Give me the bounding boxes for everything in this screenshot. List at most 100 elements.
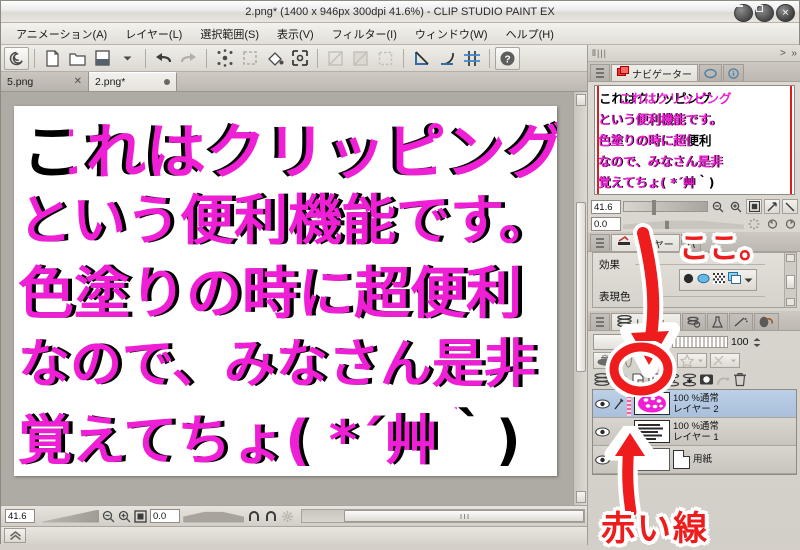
- tab-subtool[interactable]: [753, 313, 779, 330]
- canvas-area[interactable]: これはクリッピング という便利機能です。 色塗りの時に超便利 なので、みなさん是…: [1, 92, 587, 505]
- table-row[interactable]: 100 %通常 レイヤー 2: [593, 390, 796, 418]
- prop-scroll-thumb[interactable]: [786, 275, 795, 289]
- open-file-icon[interactable]: [65, 47, 90, 70]
- clip-studio-logo-icon[interactable]: [4, 46, 29, 70]
- layers-small-icon[interactable]: [592, 372, 612, 387]
- symmetry-snap-icon[interactable]: [459, 47, 484, 70]
- nav-zoom-field[interactable]: 41.6: [591, 199, 621, 214]
- tab-5png[interactable]: 5.png ✕: [1, 72, 89, 91]
- scroll-up-arrow-icon[interactable]: [576, 94, 586, 106]
- scale-rotate-icon[interactable]: [323, 47, 348, 70]
- nav-flip-icon[interactable]: [764, 199, 780, 214]
- color-effect-icon[interactable]: [728, 271, 741, 289]
- lock-transparent-pixels-icon[interactable]: [658, 353, 674, 368]
- menu-filter[interactable]: フィルター(I): [323, 24, 406, 44]
- clear-selection-icon[interactable]: [212, 47, 237, 70]
- tone-effect-icon[interactable]: [697, 271, 710, 289]
- rotation-value-field[interactable]: 0.0: [150, 509, 181, 523]
- canvas-horizontal-scrollbar[interactable]: [301, 509, 585, 523]
- tab-layer-property[interactable]: レイヤー: [611, 234, 680, 251]
- gradient-icon[interactable]: [348, 47, 373, 70]
- lock-layer-icon[interactable]: [639, 353, 655, 368]
- nav-zoom-slider[interactable]: [623, 200, 708, 215]
- menu-layer[interactable]: レイヤー(L): [116, 24, 191, 44]
- nav-rotation-knob[interactable]: [665, 220, 669, 229]
- layer-visibility-toggle[interactable]: [593, 398, 611, 409]
- nav-reset-icon[interactable]: [746, 216, 762, 231]
- zoom-slider[interactable]: [38, 509, 99, 523]
- layer-color-icon[interactable]: [715, 372, 731, 387]
- canvas-paper[interactable]: これはクリッピング という便利機能です。 色塗りの時に超便利 なので、みなさん是…: [14, 106, 557, 476]
- dock-expand-icons[interactable]: > »: [780, 48, 797, 59]
- nav-rotate-left-icon[interactable]: [764, 216, 780, 231]
- menu-animation[interactable]: アニメーション(A): [7, 24, 116, 44]
- panel-menu-icon[interactable]: [590, 64, 610, 81]
- scroll-down-arrow-icon[interactable]: [576, 491, 586, 503]
- new-file-icon[interactable]: [40, 47, 65, 70]
- redo-icon[interactable]: [176, 47, 201, 70]
- duplicate-layer-icon[interactable]: [647, 372, 663, 387]
- collapse-chevron-icon[interactable]: [4, 528, 26, 543]
- border-effect-icon[interactable]: [683, 271, 694, 289]
- rotation-slider[interactable]: [183, 511, 244, 523]
- menu-view[interactable]: 表示(V): [268, 24, 323, 44]
- save-dropdown-icon[interactable]: [115, 47, 140, 70]
- opacity-slider[interactable]: [672, 336, 728, 348]
- fill-selection-icon[interactable]: [237, 47, 262, 70]
- layer-list[interactable]: 100 %通常 レイヤー 2 100 %通常 レイヤー 1 用紙: [592, 389, 797, 475]
- tab-layers[interactable]: レイヤー: [611, 313, 681, 330]
- texture-effect-icon[interactable]: [713, 271, 725, 289]
- layer-mask-icon[interactable]: [620, 353, 636, 368]
- tab-subview[interactable]: [699, 64, 722, 81]
- menu-selection[interactable]: 選択範囲(S): [191, 24, 268, 44]
- reset-rotation-icon[interactable]: [281, 509, 294, 524]
- rotate-right-icon[interactable]: [264, 509, 278, 524]
- tab-palette[interactable]: パ: [680, 234, 701, 251]
- ruler-range-icon[interactable]: [677, 353, 707, 368]
- close-button[interactable]: ✕: [776, 4, 795, 22]
- nav-rotation-field[interactable]: 0.0: [591, 216, 621, 231]
- canvas-vertical-scrollbar[interactable]: [573, 92, 587, 505]
- layer-mask-create-icon[interactable]: [698, 372, 714, 387]
- rotate-left-icon[interactable]: [247, 509, 261, 524]
- transform-icon[interactable]: [287, 47, 312, 70]
- horizontal-scroll-thumb[interactable]: [344, 510, 584, 522]
- opacity-value[interactable]: 100: [731, 336, 749, 348]
- dock-grip-icon[interactable]: ⦀|||: [592, 48, 607, 59]
- prop-scroll-up-icon[interactable]: [786, 254, 795, 262]
- zoom-value-field[interactable]: 41.6: [5, 509, 36, 523]
- opacity-stepper[interactable]: [753, 337, 761, 348]
- ruler-snap-icon[interactable]: [409, 47, 434, 70]
- tab-quickaccess[interactable]: [728, 313, 753, 330]
- new-raster-layer-icon[interactable]: [613, 372, 629, 387]
- nav-fit-icon[interactable]: [746, 199, 762, 214]
- menu-window[interactable]: ウィンドウ(W): [406, 24, 497, 44]
- prop-scroll-down-icon[interactable]: [786, 298, 795, 306]
- fit-screen-icon[interactable]: [134, 509, 147, 524]
- delete-layer-icon[interactable]: [732, 372, 748, 387]
- new-layer-folder-icon[interactable]: [630, 372, 646, 387]
- combine-layers-icon[interactable]: [681, 372, 697, 387]
- select-rect-icon[interactable]: [373, 47, 398, 70]
- navigator-preview[interactable]: これはクリッピング これはクリッピング という便利機能です。 という便利機能です…: [594, 85, 795, 195]
- merge-down-icon[interactable]: [664, 372, 680, 387]
- layer-visibility-toggle[interactable]: [593, 454, 611, 465]
- zoom-in-icon[interactable]: [118, 509, 131, 524]
- nav-rotate-right-icon[interactable]: [782, 216, 798, 231]
- close-icon[interactable]: ✕: [74, 76, 82, 87]
- tab-layer-search[interactable]: [681, 313, 706, 330]
- layer-panel-menu-icon[interactable]: [590, 313, 610, 330]
- tab-material[interactable]: [706, 313, 728, 330]
- nav-zoom-knob[interactable]: [652, 200, 656, 215]
- blend-mode-select[interactable]: [593, 334, 669, 350]
- tab-navigator[interactable]: ナビゲーター: [611, 64, 698, 81]
- tab-2png[interactable]: 2.png*: [89, 72, 177, 91]
- menu-help[interactable]: ヘルプ(H): [497, 24, 563, 44]
- layer-property-scrollbar[interactable]: [784, 253, 796, 307]
- nav-zoom-in-icon[interactable]: [728, 199, 744, 214]
- tab-info[interactable]: [723, 64, 744, 81]
- zoom-out-icon[interactable]: [102, 509, 115, 524]
- perspective-snap-icon[interactable]: [434, 47, 459, 70]
- table-row[interactable]: 用紙: [593, 446, 796, 474]
- undo-icon[interactable]: [151, 47, 176, 70]
